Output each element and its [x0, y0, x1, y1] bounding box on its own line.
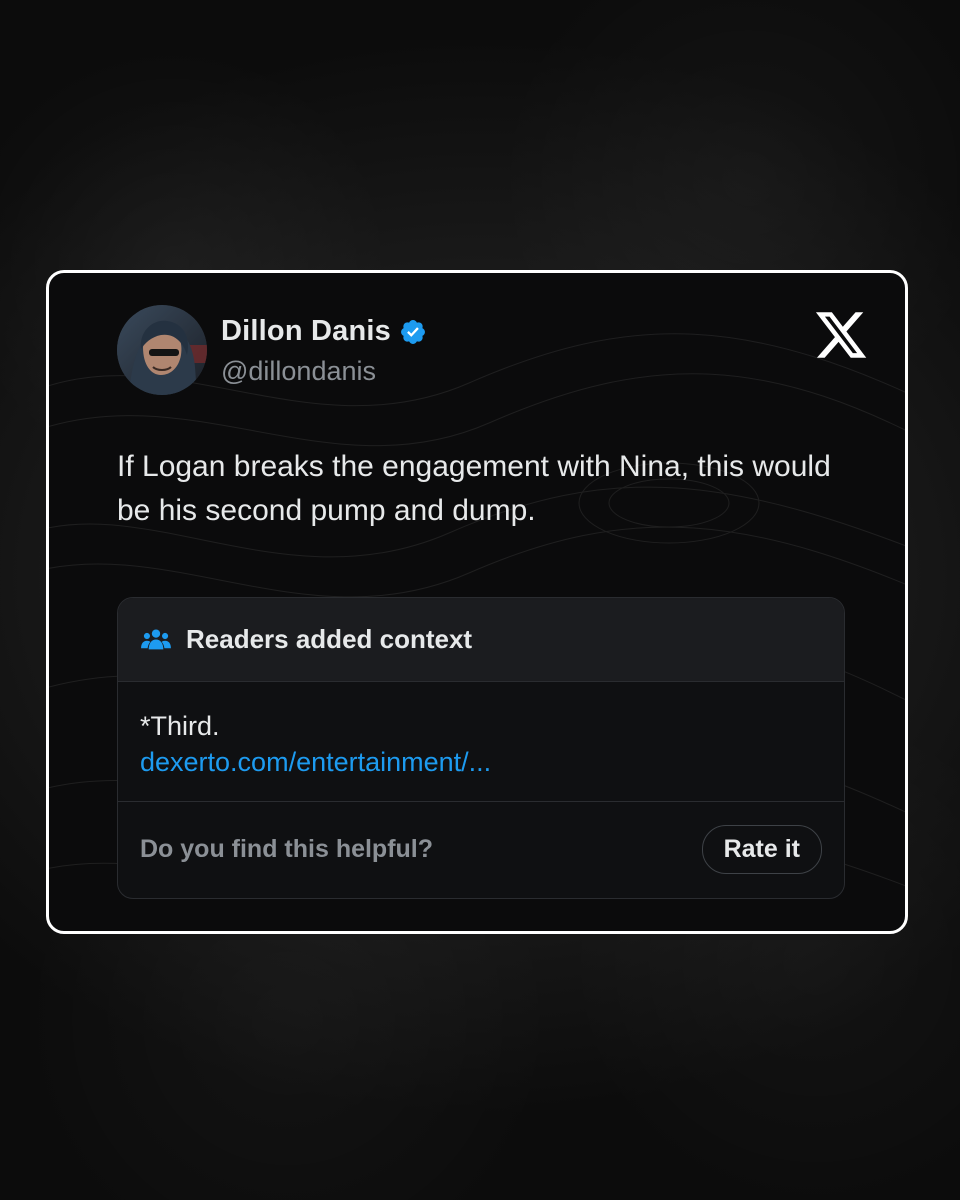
author-avatar[interactable] [117, 305, 207, 395]
verified-badge-icon [401, 319, 425, 344]
rate-it-button[interactable]: Rate it [701, 824, 822, 874]
author-handle[interactable]: @dillondanis [221, 356, 427, 387]
avatar-image [117, 305, 207, 395]
community-note: Readers added context *Third. dexerto.co… [117, 597, 845, 899]
helpful-prompt: Do you find this helpful? [140, 834, 434, 863]
community-note-header: Readers added context [118, 598, 844, 682]
author-info: Dillon Danis @dillondanis [221, 315, 427, 387]
community-note-link[interactable]: dexerto.com/entertainment/... [140, 744, 822, 780]
author-name-row: Dillon Danis [221, 315, 427, 348]
community-note-title: Readers added context [186, 624, 473, 654]
x-logo-icon [815, 312, 867, 358]
tweet-text: If Logan breaks the engagement with Nina… [117, 450, 831, 527]
author-name[interactable]: Dillon Danis [221, 315, 391, 348]
tweet-card: Dillon Danis @dillondanis If Logan break… [46, 270, 908, 934]
community-note-text: *Third. [140, 711, 220, 741]
community-note-body: *Third. dexerto.com/entertainment/... [118, 682, 844, 802]
community-note-footer: Do you find this helpful? Rate it [118, 802, 844, 896]
readers-group-icon [141, 628, 171, 649]
